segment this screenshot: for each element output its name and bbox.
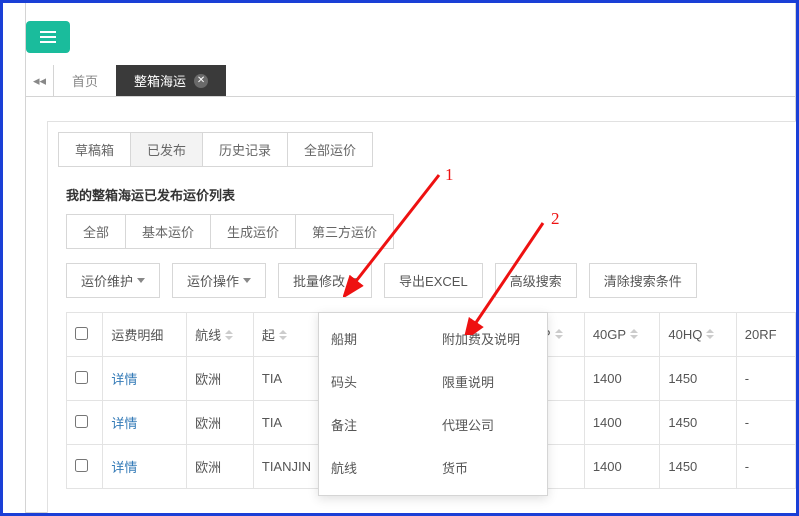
th-label: 40GP xyxy=(593,327,626,342)
th-label: 航线 xyxy=(195,328,221,343)
col-20rf[interactable]: 20RF xyxy=(736,313,795,357)
nav-tab-active[interactable]: 整箱海运 ✕ xyxy=(116,65,226,96)
detail-link[interactable]: 详情 xyxy=(111,372,137,387)
filter-tab-all[interactable]: 全部 xyxy=(66,214,126,249)
filter-tab-gen[interactable]: 生成运价 xyxy=(210,214,296,249)
dd-item-agent[interactable]: 代理公司 xyxy=(438,413,543,436)
cell-route: 欧洲 xyxy=(187,357,254,401)
cell-detail: 详情 xyxy=(103,401,187,445)
card-tab-history[interactable]: 历史记录 xyxy=(202,132,288,167)
hamburger-icon xyxy=(40,31,56,43)
btn-label: 批量修改 xyxy=(293,271,345,290)
th-label: 运费明细 xyxy=(111,328,163,343)
cell-route: 欧洲 xyxy=(187,401,254,445)
close-tab-icon[interactable]: ✕ xyxy=(194,74,208,88)
th-label: 40HQ xyxy=(668,327,702,342)
cell-40gp: 1400 xyxy=(584,445,660,489)
cell-20rf: - xyxy=(736,445,795,489)
caret-down-icon xyxy=(243,278,251,283)
detail-link[interactable]: 详情 xyxy=(111,460,137,475)
operate-button[interactable]: 运价操作 xyxy=(172,263,266,298)
sort-icon xyxy=(225,330,233,340)
cell-20rf: - xyxy=(736,357,795,401)
cell-route: 欧洲 xyxy=(187,445,254,489)
cell-40hq: 1450 xyxy=(660,401,736,445)
dd-item-ship-schedule[interactable]: 船期 xyxy=(327,327,432,350)
col-checkbox xyxy=(67,313,103,357)
cell-detail: 详情 xyxy=(103,445,187,489)
row-checkbox[interactable] xyxy=(75,415,88,428)
detail-link[interactable]: 详情 xyxy=(111,416,137,431)
row-checkbox-cell xyxy=(67,401,103,445)
row-checkbox[interactable] xyxy=(75,459,88,472)
col-40hq[interactable]: 40HQ xyxy=(660,313,736,357)
annotation-label-1: 1 xyxy=(445,165,454,185)
nav-tab-home[interactable]: 首页 xyxy=(54,65,116,96)
card-tab-draft[interactable]: 草稿箱 xyxy=(58,132,131,167)
cell-detail: 详情 xyxy=(103,357,187,401)
nav-back-button[interactable]: ◂◂ xyxy=(26,65,54,96)
cell-40hq: 1450 xyxy=(660,357,736,401)
dd-item-route[interactable]: 航线 xyxy=(327,456,432,479)
col-route[interactable]: 航线 xyxy=(187,313,254,357)
dd-item-weight-limit[interactable]: 限重说明 xyxy=(438,370,543,393)
row-checkbox-cell xyxy=(67,445,103,489)
batch-edit-dropdown: 船期 附加费及说明 码头 限重说明 备注 代理公司 航线 货币 xyxy=(318,312,548,496)
select-all-checkbox[interactable] xyxy=(75,327,88,340)
card-tab-published[interactable]: 已发布 xyxy=(130,132,203,167)
btn-label: 运价维护 xyxy=(81,271,133,290)
dd-item-terminal[interactable]: 码头 xyxy=(327,370,432,393)
sort-icon xyxy=(555,329,563,339)
annotation-label-2: 2 xyxy=(551,209,560,229)
sort-icon xyxy=(279,330,287,340)
annotation-arrow-1 xyxy=(343,167,453,297)
cell-40gp: 1400 xyxy=(584,357,660,401)
row-checkbox[interactable] xyxy=(75,371,88,384)
card-tab-all[interactable]: 全部运价 xyxy=(287,132,373,167)
nav-tab-label: 首页 xyxy=(72,71,98,90)
cell-40hq: 1450 xyxy=(660,445,736,489)
dd-item-remark[interactable]: 备注 xyxy=(327,413,432,436)
row-checkbox-cell xyxy=(67,357,103,401)
annotation-arrow-2 xyxy=(463,215,553,335)
th-label: 20RF xyxy=(745,327,777,342)
sort-icon xyxy=(706,329,714,339)
clear-search-button[interactable]: 清除搜索条件 xyxy=(589,263,697,298)
nav-tab-label: 整箱海运 xyxy=(134,71,186,90)
col-40gp[interactable]: 40GP xyxy=(584,313,660,357)
double-chevron-left-icon: ◂◂ xyxy=(33,73,46,89)
col-detail[interactable]: 运费明细 xyxy=(103,313,187,357)
cell-20rf: - xyxy=(736,401,795,445)
dd-item-currency[interactable]: 货币 xyxy=(438,456,543,479)
th-label: 起 xyxy=(262,328,275,343)
btn-label: 运价操作 xyxy=(187,271,239,290)
sort-icon xyxy=(630,329,638,339)
filter-tab-basic[interactable]: 基本运价 xyxy=(125,214,211,249)
hamburger-menu-button[interactable] xyxy=(26,21,70,53)
card-tabs: 草稿箱 已发布 历史记录 全部运价 xyxy=(48,122,796,167)
maintain-button[interactable]: 运价维护 xyxy=(66,263,160,298)
cell-40gp: 1400 xyxy=(584,401,660,445)
caret-down-icon xyxy=(137,278,145,283)
